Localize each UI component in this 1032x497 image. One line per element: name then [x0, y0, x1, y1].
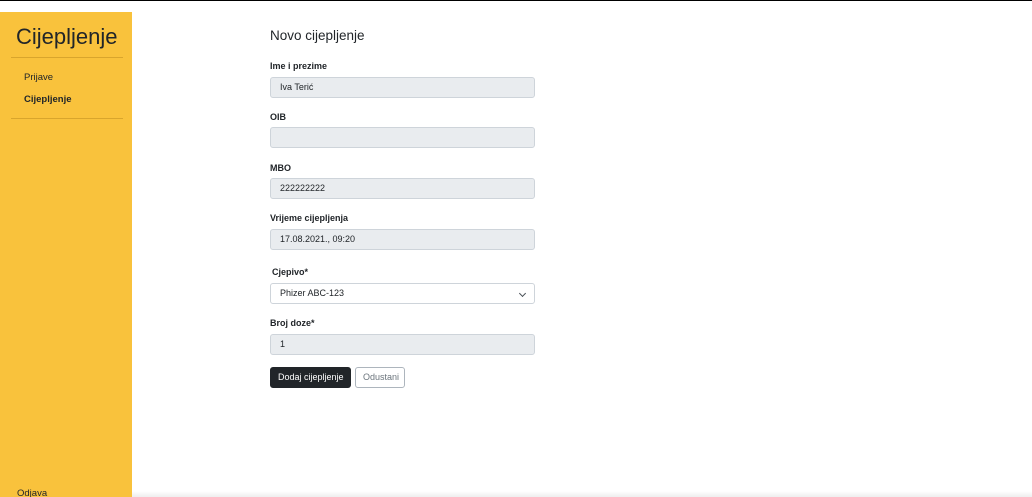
sidebar-item-cijepljenje[interactable]: Cijepljenje	[24, 94, 72, 106]
sidebar: Cijepljenje Prijave Cijepljenje Odjava	[0, 12, 132, 497]
dose-field[interactable]: 1	[270, 334, 535, 355]
vaccination-time-label: Vrijeme cijepljenja	[270, 213, 349, 223]
name-label: Ime i prezime	[270, 61, 328, 71]
mbo-label: MBO	[270, 163, 291, 173]
vaccination-time-field[interactable]: 17.08.2021., 09:20	[270, 229, 535, 250]
add-vaccination-button[interactable]: Dodaj cijepljenje	[270, 367, 351, 388]
bottom-shadow	[132, 491, 1032, 497]
vaccine-selected-value: Phizer ABC-123	[280, 288, 345, 298]
sidebar-item-prijave[interactable]: Prijave	[24, 72, 53, 84]
oib-label: OIB	[270, 112, 287, 122]
logout-link[interactable]: Odjava	[17, 488, 47, 497]
oib-field[interactable]	[270, 127, 535, 148]
name-field[interactable]: Iva Terić	[270, 77, 535, 98]
dose-label: Broj doze*	[270, 318, 315, 328]
sidebar-divider	[11, 118, 123, 119]
vaccine-label: Cjepivo*	[272, 267, 309, 277]
cancel-button[interactable]: Odustani	[355, 367, 405, 388]
top-border	[0, 0, 1032, 1]
vaccine-select[interactable]: Phizer ABC-123	[270, 283, 535, 304]
mbo-field[interactable]: 222222222	[270, 178, 535, 199]
chevron-down-icon	[518, 289, 527, 298]
page-title: Novo cijepljenje	[270, 28, 365, 43]
sidebar-divider	[11, 57, 123, 58]
app-brand: Cijepljenje	[16, 24, 118, 49]
